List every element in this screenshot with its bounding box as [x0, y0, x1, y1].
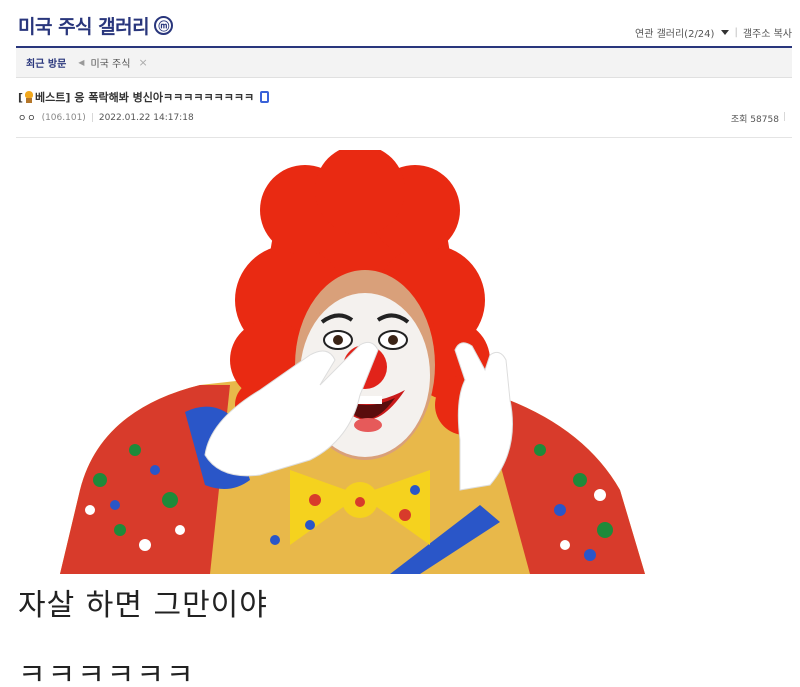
author-nickname[interactable]: ㅇㅇ — [18, 111, 37, 124]
divider: | — [90, 112, 94, 123]
recent-item-us-stock[interactable]: 미국 주식 — [90, 55, 130, 70]
best-tag: 베스트] — [35, 91, 71, 104]
gallery-title-text[interactable]: 미국 주식 갤러리 — [18, 12, 150, 39]
chevron-left-icon[interactable]: ◀ — [78, 58, 84, 67]
post-divider — [16, 137, 792, 138]
post-meta: ㅇㅇ (106.101) | 2022.01.22 14:17:18 — [18, 111, 194, 125]
post-body-line: 자살 하면 그만이야 — [18, 588, 268, 623]
caret-down-icon[interactable] — [721, 30, 730, 35]
gallery-title[interactable]: 미국 주식 갤러리 ⓜ — [18, 12, 174, 39]
author-ip: (106.101) — [41, 112, 86, 123]
post-date: 2022.01.22 14:17:18 — [98, 112, 194, 123]
gallery-header: 미국 주식 갤러리 ⓜ 연관 갤러리(2/24) | 갤주소 복사 — [0, 0, 800, 48]
recent-visits-title: 최근 방문 — [26, 59, 67, 70]
clown-illustration — [60, 150, 645, 574]
view-count-sep: | — [782, 112, 786, 122]
minor-gallery-icon: ⓜ — [154, 16, 174, 35]
view-count: 조회 58758 | — [731, 112, 786, 125]
post-image-clown — [60, 150, 660, 574]
post-body-line: ㅋㅋㅋㅋㅋㅋ — [18, 658, 196, 687]
header-actions: 연관 갤러리(2/24) | 갤주소 복사 — [635, 25, 792, 40]
divider: | — [734, 27, 738, 38]
copy-address-button[interactable]: 갤주소 복사 — [743, 25, 792, 40]
close-icon[interactable]: × — [138, 56, 147, 69]
related-gallery-button[interactable]: 연관 갤러리(2/24) — [635, 25, 714, 40]
post-title-text: 응 폭락해봐 병신아ㅋㅋㅋㅋㅋㅋㅋㅋㅋ — [74, 91, 255, 104]
post-title: [ 베스트] 응 폭락해봐 병신아ㅋㅋㅋㅋㅋㅋㅋㅋㅋ — [18, 88, 792, 106]
title-bracket: [ — [18, 90, 24, 104]
post-header: [ 베스트] 응 폭락해봐 병신아ㅋㅋㅋㅋㅋㅋㅋㅋㅋ — [18, 88, 792, 106]
recent-visits-bar: 최근 방문 ◀ 미국 주식 × — [16, 48, 792, 78]
trophy-icon — [24, 91, 34, 103]
mobile-icon — [260, 91, 270, 103]
view-count-label: 조회 58758 — [730, 115, 779, 125]
